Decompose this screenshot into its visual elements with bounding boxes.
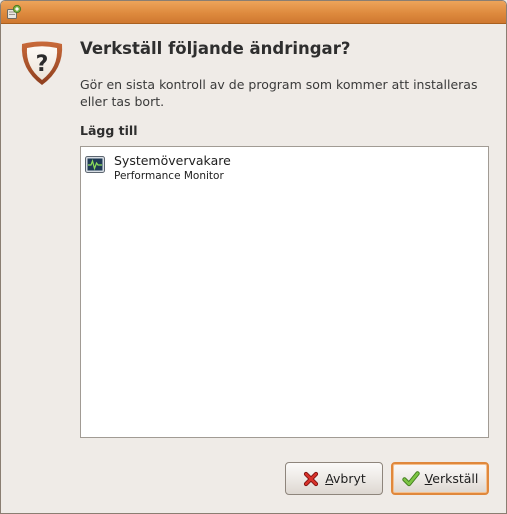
title-bar[interactable] xyxy=(1,1,506,24)
cancel-button[interactable]: Avbryt xyxy=(285,462,383,495)
green-check-icon xyxy=(401,470,420,486)
cancel-mnemonic: A xyxy=(325,471,334,486)
dialog-heading: Verkställ följande ändringar? xyxy=(80,39,351,58)
cancel-button-label: Avbryt xyxy=(325,471,366,486)
system-monitor-icon xyxy=(85,156,105,173)
list-item[interactable]: Systemövervakare Performance Monitor xyxy=(82,148,487,186)
question-shield-icon: ? xyxy=(21,41,63,85)
dialog-description: Gör en sista kontroll av de program som … xyxy=(80,77,478,109)
dialog-window: ? Verkställ följande ändringar? Gör en s… xyxy=(0,0,507,514)
cancel-label-rest: vbryt xyxy=(333,471,366,486)
apply-label-rest: erkställ xyxy=(432,471,479,486)
apply-button-label: Verkställ xyxy=(425,471,479,486)
red-x-icon xyxy=(304,471,319,486)
app-name: Systemövervakare xyxy=(114,153,231,168)
apply-button[interactable]: Verkställ xyxy=(391,462,489,495)
section-label-add: Lägg till xyxy=(80,123,138,138)
app-summary: Performance Monitor xyxy=(114,170,224,182)
svg-text:?: ? xyxy=(36,52,49,77)
changes-list[interactable]: Systemövervakare Performance Monitor xyxy=(80,146,489,438)
software-package-icon[interactable] xyxy=(6,4,22,20)
